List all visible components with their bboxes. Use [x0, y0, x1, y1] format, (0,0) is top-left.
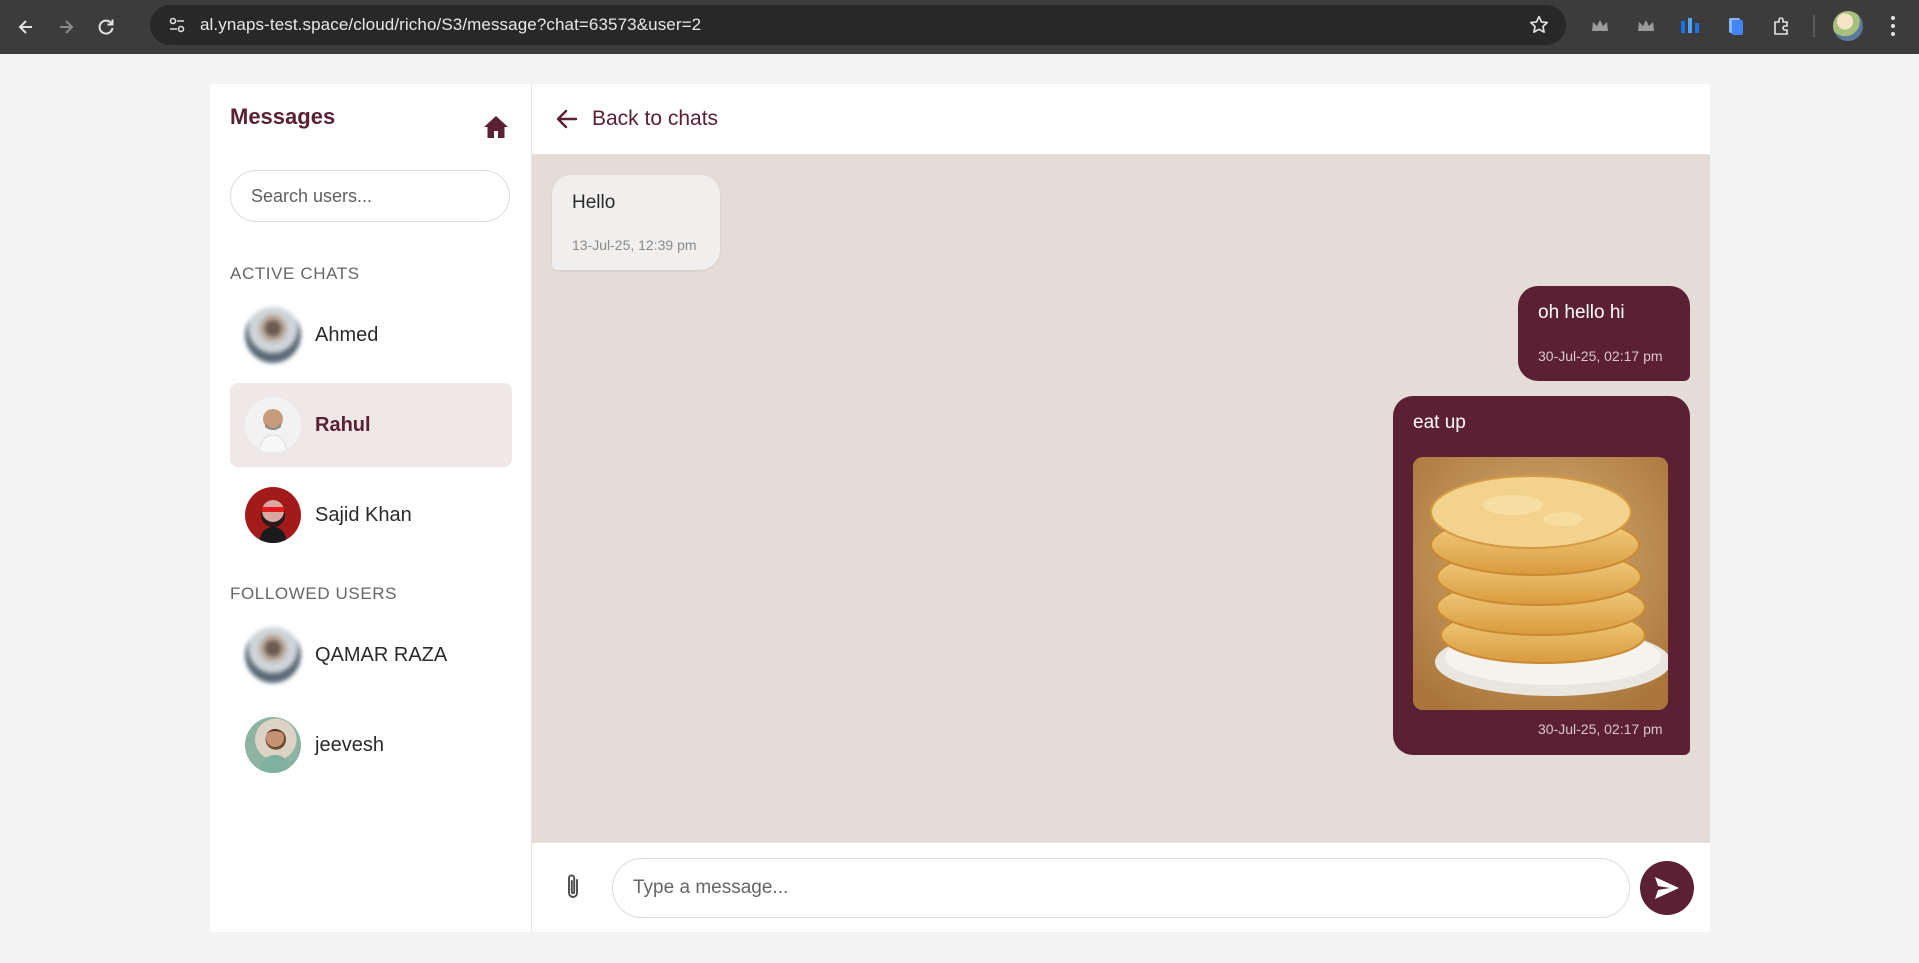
- sidebar: Messages ACTIVE CHATS Ahmed Rahul: [210, 84, 532, 932]
- message-text: eat up: [1413, 412, 1466, 433]
- chat-panel: Back to chats Hello 13-Jul-25, 12:39 pm …: [532, 84, 1710, 932]
- profile-avatar[interactable]: [1833, 11, 1863, 41]
- toolbar-divider: [1813, 15, 1815, 37]
- user-name: Rahul: [315, 413, 371, 436]
- chat-item-sajid-khan[interactable]: Sajid Khan: [230, 473, 512, 557]
- active-chats-heading: ACTIVE CHATS: [230, 264, 360, 283]
- message-text: oh hello hi: [1538, 302, 1625, 323]
- user-name: QAMAR RAZA: [315, 643, 448, 666]
- home-icon[interactable]: [482, 114, 510, 140]
- forward-icon[interactable]: [46, 7, 86, 47]
- avatar: [245, 307, 301, 363]
- url-text: al.ynaps-test.space/cloud/richo/S3/messa…: [200, 15, 702, 34]
- followed-item-jeevesh[interactable]: jeevesh: [230, 703, 512, 787]
- page-title: Messages: [230, 104, 336, 129]
- send-icon: [1655, 877, 1679, 899]
- messaging-app: Messages ACTIVE CHATS Ahmed Rahul: [210, 84, 1710, 932]
- reload-icon[interactable]: [86, 7, 126, 47]
- paperclip-icon[interactable]: [560, 871, 586, 903]
- bookmark-star-icon[interactable]: [1528, 14, 1550, 36]
- followed-item-qamar-raza[interactable]: QAMAR RAZA: [230, 613, 512, 697]
- message-text: Hello: [572, 192, 616, 213]
- followed-users-heading: FOLLOWED USERS: [230, 584, 398, 603]
- avatar: [245, 717, 301, 773]
- message-bubble-incoming: Hello 13-Jul-25, 12:39 pm: [552, 175, 720, 270]
- back-icon[interactable]: [6, 7, 46, 47]
- message-bubble-outgoing: oh hello hi 30-Jul-25, 02:17 pm: [1518, 286, 1690, 381]
- chat-item-ahmed[interactable]: Ahmed: [230, 293, 512, 377]
- send-button[interactable]: [1640, 861, 1694, 915]
- back-to-chats-link[interactable]: Back to chats: [592, 107, 718, 131]
- avatar: [245, 487, 301, 543]
- chat-header: Back to chats: [532, 84, 1710, 155]
- browser-toolbar: al.ynaps-test.space/cloud/richo/S3/messa…: [0, 0, 1919, 54]
- message-timestamp: 13-Jul-25, 12:39 pm: [572, 237, 697, 253]
- chat-item-rahul[interactable]: Rahul: [230, 383, 512, 467]
- crown-extension-icon[interactable]: [1587, 13, 1613, 39]
- message-bubble-outgoing-image: eat up 30-Jul-25, 02:17 pm: [1393, 396, 1690, 755]
- arrow-left-icon[interactable]: [554, 106, 580, 132]
- avatar: [245, 397, 301, 453]
- user-name: Sajid Khan: [315, 503, 412, 526]
- chart-extension-icon[interactable]: [1677, 13, 1703, 39]
- message-list: Hello 13-Jul-25, 12:39 pm oh hello hi 30…: [532, 155, 1710, 843]
- user-name: jeevesh: [315, 733, 384, 756]
- address-bar[interactable]: al.ynaps-test.space/cloud/richo/S3/messa…: [150, 5, 1566, 45]
- search-input[interactable]: [230, 170, 510, 222]
- message-timestamp: 30-Jul-25, 02:17 pm: [1538, 721, 1663, 737]
- message-input[interactable]: [612, 858, 1630, 918]
- fried-puri-image[interactable]: [1413, 457, 1668, 710]
- extensions-puzzle-icon[interactable]: [1769, 13, 1795, 39]
- menu-kebab-icon[interactable]: [1885, 13, 1901, 39]
- avatar: [245, 627, 301, 683]
- document-extension-icon[interactable]: [1723, 13, 1749, 39]
- message-timestamp: 30-Jul-25, 02:17 pm: [1538, 348, 1663, 364]
- user-name: Ahmed: [315, 323, 379, 346]
- site-settings-icon[interactable]: [162, 10, 192, 40]
- crown-extension-icon-2[interactable]: [1633, 13, 1659, 39]
- message-composer: [532, 844, 1710, 932]
